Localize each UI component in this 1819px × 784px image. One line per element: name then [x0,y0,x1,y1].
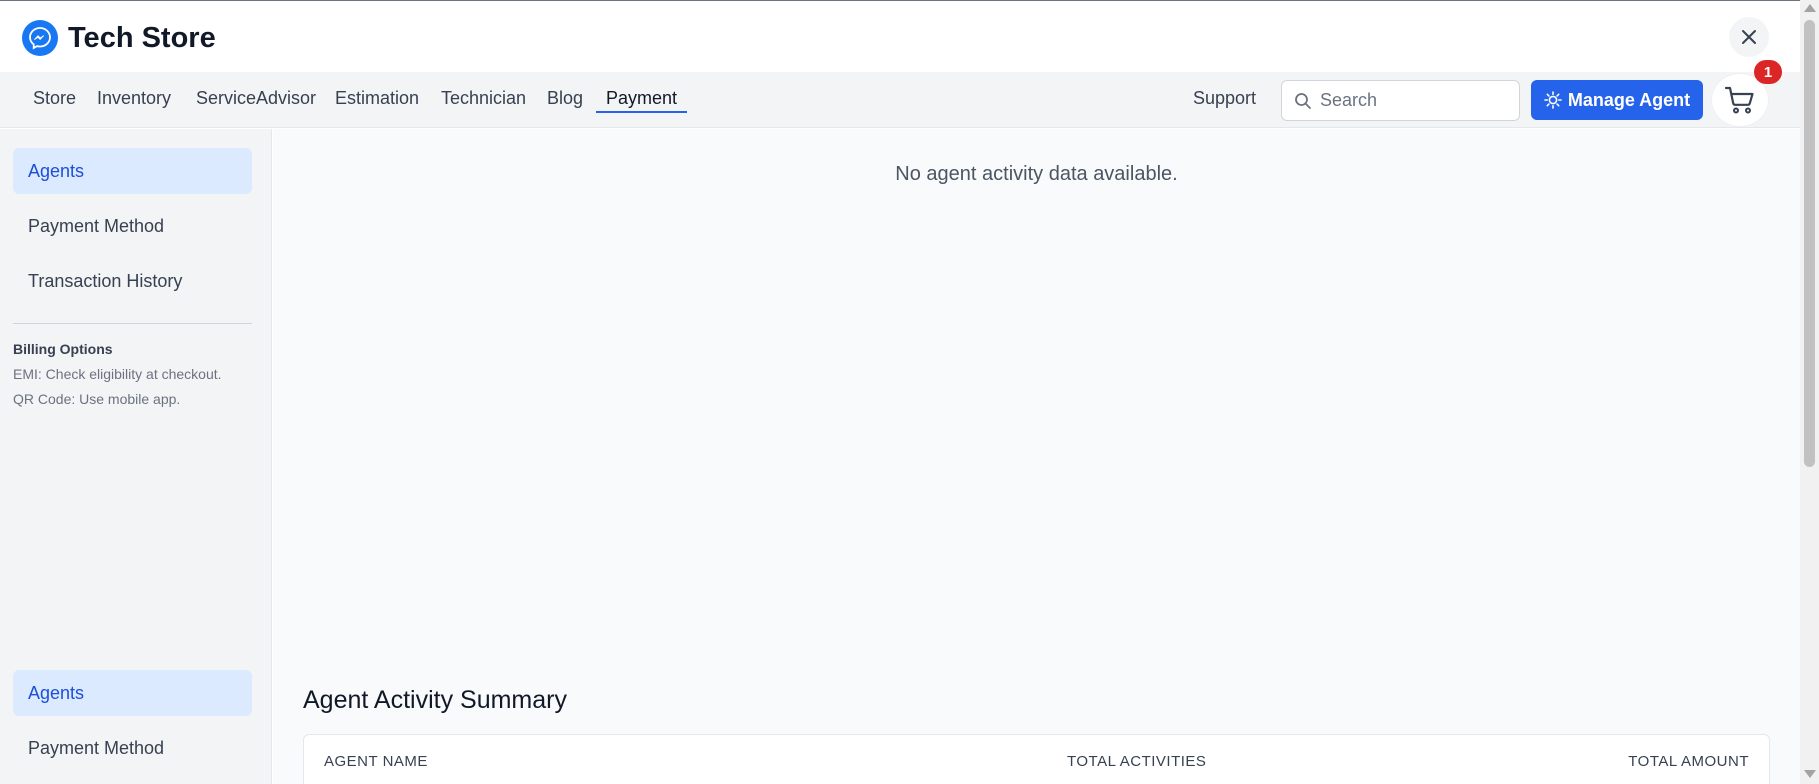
search-input[interactable] [1320,90,1510,111]
agent-activity-table: AGENT NAME TOTAL ACTIVITIES TOTAL AMOUNT [303,734,1770,784]
manage-agent-button[interactable]: Manage Agent [1531,80,1703,120]
column-header-agent-name[interactable]: AGENT NAME [324,753,428,770]
billing-qr-note: QR Code: Use mobile app. [13,391,181,407]
search-box[interactable] [1281,80,1520,121]
nav-item-technician[interactable]: Technician [441,88,526,109]
sun-icon [1544,91,1562,109]
messenger-icon [22,20,58,56]
scroll-down-arrow-icon[interactable] [1804,770,1816,778]
sidebar-bottom-item-agents[interactable]: Agents [13,670,252,716]
vertical-scrollbar[interactable] [1800,0,1819,784]
billing-emi-note: EMI: Check eligibility at checkout. [13,366,222,382]
nav-item-serviceadvisor[interactable]: ServiceAdvisor [196,88,316,109]
cart-count-badge: 1 [1754,60,1782,84]
nav-item-blog[interactable]: Blog [547,88,583,109]
sidebar-item-payment-method[interactable]: Payment Method [13,203,252,249]
close-icon [1742,30,1756,44]
search-icon [1295,92,1311,109]
billing-options-title: Billing Options [13,341,113,357]
brand-title: Tech Store [68,21,216,54]
nav-item-payment[interactable]: Payment [596,88,688,113]
column-header-total-activities[interactable]: TOTAL ACTIVITIES [1067,753,1206,770]
sidebar-bottom-item-payment-method[interactable]: Payment Method [13,725,252,771]
nav-item-estimation[interactable]: Estimation [335,88,419,109]
sidebar-item-transaction-history[interactable]: Transaction History [13,258,252,304]
sidebar-divider [13,323,252,324]
scrollbar-thumb[interactable] [1804,20,1815,467]
close-button[interactable] [1729,17,1769,57]
shopping-cart-icon [1724,86,1754,114]
nav-item-store[interactable]: Store [33,88,76,109]
support-link[interactable]: Support [1193,88,1256,109]
summary-title: Agent Activity Summary [303,686,567,714]
main-content: No agent activity data available. Agent … [273,129,1800,784]
nav-item-inventory[interactable]: Inventory [97,88,171,109]
empty-state-message: No agent activity data available. [895,163,1178,185]
manage-agent-label: Manage Agent [1567,89,1691,110]
scroll-up-arrow-icon[interactable] [1804,4,1816,12]
column-header-total-amount[interactable]: TOTAL AMOUNT [1628,753,1749,770]
sidebar-item-agents[interactable]: Agents [13,148,252,194]
main-nav: Store Inventory ServiceAdvisor Estimatio… [0,72,1800,128]
top-bar: Tech Store [0,0,1800,72]
brand[interactable]: Tech Store [22,20,216,56]
sidebar: Agents Payment Method Transaction Histor… [0,129,272,784]
